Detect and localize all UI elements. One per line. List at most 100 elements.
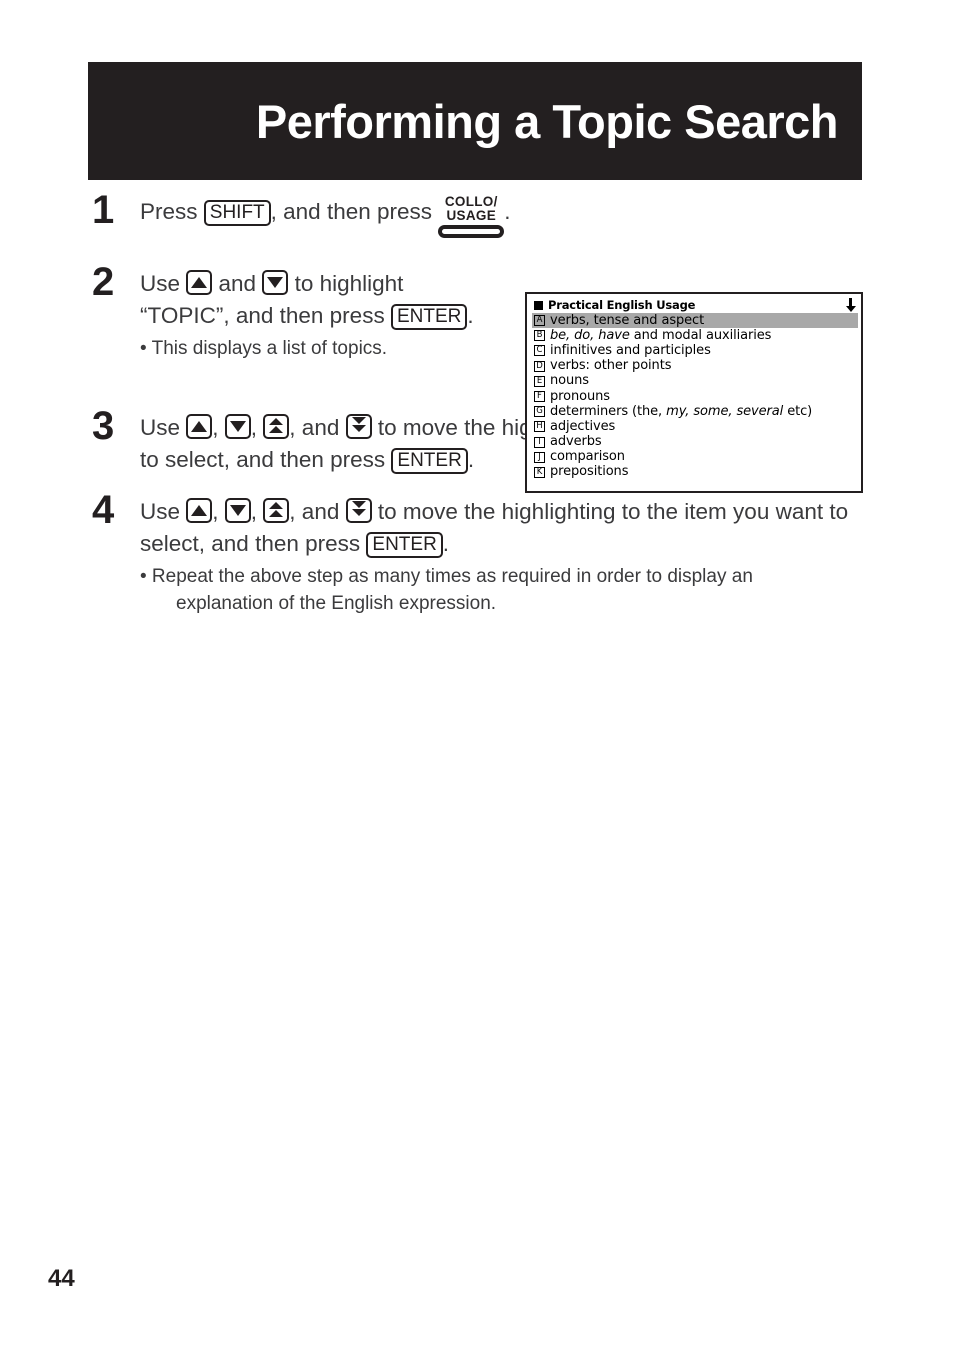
lcd-item-label: verbs, tense and aspect (550, 312, 705, 328)
step-2-body: Use and to highlight “TOPIC”, and then p… (140, 268, 524, 332)
triangle-down-glyph (351, 501, 366, 508)
step-2-text-e: . (467, 303, 474, 328)
lcd-list-item[interactable]: Jcomparison (532, 450, 858, 465)
step-4-text-d: , and (289, 499, 346, 524)
lcd-item-label: pronouns (550, 388, 610, 404)
triangle-down-glyph (351, 417, 366, 424)
lcd-list-item[interactable]: Hadjectives (532, 419, 858, 434)
collo-usage-label-line1: COLLO/ (444, 194, 498, 209)
step-2-text-c: to highlight (288, 271, 404, 296)
lcd-item-letter: B (534, 330, 545, 342)
scroll-down-arrow-icon (845, 298, 856, 312)
down-arrow-key[interactable] (224, 414, 251, 439)
lcd-list-item[interactable]: Iadverbs (532, 435, 858, 450)
lcd-topic-list[interactable]: Averbs, tense and aspect Bbe, do, have an… (527, 313, 861, 480)
step-4-text-c: , (250, 499, 264, 524)
step-4-number: 4 (92, 488, 115, 532)
lcd-list-item[interactable]: Cinfinitives and participles (532, 343, 858, 358)
step-3-text-f: . (467, 447, 475, 472)
triangle-up-glyph (269, 418, 284, 425)
step-3-number: 3 (92, 404, 115, 448)
lcd-item-label: prepositions (550, 464, 629, 480)
up-arrow-key[interactable] (186, 270, 213, 295)
step-3-text-b: , (212, 415, 225, 440)
step-2-note: • This displays a list of topics. (140, 338, 388, 359)
triangle-up-glyph (191, 277, 208, 288)
lcd-item-letter: H (534, 421, 545, 433)
step-1-text-after: . (504, 199, 511, 224)
lcd-header: Practical English Usage (527, 294, 861, 313)
triangle-down-glyph (351, 509, 366, 516)
lcd-list-item[interactable]: Gdeterminers (the, my, some, several etc… (532, 404, 858, 419)
lcd-item-letter: K (534, 466, 545, 478)
lcd-item-label: comparison (550, 449, 625, 465)
page-title: Performing a Topic Search (255, 94, 839, 148)
square-bullet-icon (534, 300, 543, 310)
lcd-list-item[interactable]: Averbs, tense and aspect (532, 312, 858, 329)
page-down-key[interactable] (345, 498, 372, 523)
lcd-item-label: infinitives and participles (550, 342, 711, 358)
lcd-screen: Practical English Usage Averbs, tense an… (525, 292, 863, 493)
step-3-text-d: , and (289, 415, 346, 440)
lcd-item-letter: G (534, 406, 545, 418)
step-2-text-a: Use (140, 271, 187, 296)
page-up-key[interactable] (263, 414, 290, 439)
collo-usage-label-line2: USAGE (446, 208, 497, 223)
step-1-number: 1 (92, 188, 115, 232)
page-down-key[interactable] (345, 414, 372, 439)
step-4-text-a: Use (140, 499, 187, 524)
lcd-item-label: adjectives (550, 418, 616, 434)
step-3-text-c: , (250, 415, 264, 440)
lcd-list-item[interactable]: Fpronouns (532, 389, 858, 404)
step-2-number: 2 (92, 260, 115, 304)
page-title-banner: Performing a Topic Search (88, 62, 862, 180)
down-arrow-key[interactable] (224, 498, 251, 523)
page-number: 44 (48, 1265, 75, 1292)
lcd-item-label: verbs: other points (550, 358, 672, 374)
triangle-up-glyph (191, 421, 208, 432)
lcd-list-item[interactable]: Bbe, do, have and modal auxiliaries (532, 328, 858, 343)
page-up-key[interactable] (263, 498, 290, 523)
step-4-note-continuation: explanation of the English expression. (176, 593, 497, 614)
step-4-note: • Repeat the above step as many times as… (140, 563, 874, 617)
lcd-item-letter: E (534, 375, 545, 387)
shift-key[interactable]: SHIFT (203, 200, 271, 226)
triangle-up-glyph (269, 426, 284, 433)
collo-usage-key-bar (438, 225, 505, 238)
lcd-item-letter: C (534, 345, 545, 357)
lcd-list-item[interactable]: Enouns (532, 374, 858, 389)
triangle-up-glyph (269, 502, 284, 509)
lcd-header-title: Practical English Usage (548, 298, 696, 312)
enter-key[interactable]: ENTER (366, 532, 443, 558)
lcd-item-letter: I (534, 436, 545, 448)
lcd-item-letter: D (534, 360, 545, 372)
step-4: 4 Use , , , and to move the highlighting… (0, 490, 954, 617)
collo-usage-key[interactable]: COLLO/USAGE (438, 194, 505, 238)
lcd-item-letter: F (534, 391, 545, 403)
up-arrow-key[interactable] (186, 414, 213, 439)
triangle-down-glyph (267, 277, 284, 288)
lcd-item-letter: A (534, 315, 545, 327)
triangle-down-glyph (229, 421, 246, 432)
step-2-text-d: “TOPIC”, and then press (140, 303, 391, 328)
down-arrow-key[interactable] (262, 270, 289, 295)
lcd-item-label: determiners (the, my, some, several etc) (550, 403, 813, 419)
step-3-text-a: Use (140, 415, 187, 440)
step-1: 1 Press SHIFT, and then press COLLO/USAG… (0, 190, 954, 242)
lcd-item-label: nouns (550, 373, 589, 389)
triangle-down-glyph (351, 425, 366, 432)
step-1-body: Press SHIFT, and then press COLLO/USAGE. (140, 194, 874, 242)
triangle-up-glyph (269, 510, 284, 517)
step-4-text-f: . (442, 531, 450, 556)
lcd-list-item[interactable]: Kprepositions (532, 465, 858, 480)
lcd-list-item[interactable]: Dverbs: other points (532, 359, 858, 374)
step-4-text-b: , (212, 499, 225, 524)
enter-key[interactable]: ENTER (391, 448, 468, 474)
lcd-item-letter: J (534, 451, 545, 463)
step-2-text-b: and (212, 271, 263, 296)
enter-key[interactable]: ENTER (390, 304, 468, 330)
lcd-item-label: adverbs (550, 434, 602, 450)
up-arrow-key[interactable] (186, 498, 213, 523)
triangle-down-glyph (229, 505, 246, 516)
step-4-body: Use , , , and to move the highlighting t… (140, 496, 874, 560)
